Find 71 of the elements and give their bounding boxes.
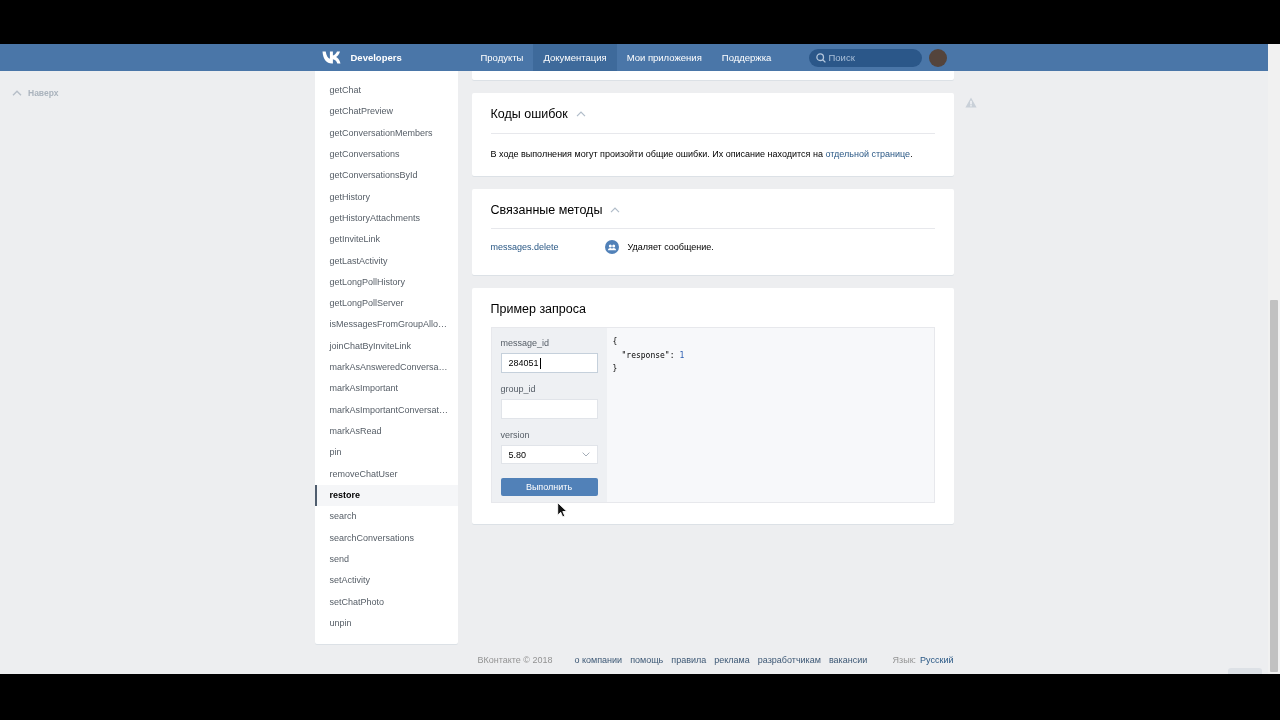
avatar-icon[interactable] xyxy=(928,48,947,67)
sidebar-item[interactable]: getHistoryAttachments xyxy=(314,207,458,230)
error-description: В ходе выполнения могут произойти общие ошибки. Их описание находится на отдельной странице. xyxy=(490,148,914,160)
footer-link[interactable]: вакансии xyxy=(828,654,868,665)
section-title: Коды ошибок xyxy=(490,107,568,121)
scrollbar-thumb[interactable] xyxy=(1270,300,1278,672)
sidebar-item[interactable]: search xyxy=(314,506,458,528)
sidebar-item[interactable]: markAsImportant xyxy=(314,378,458,400)
run-button[interactable]: Выполнить xyxy=(500,478,598,496)
logo-icon[interactable] xyxy=(320,51,343,64)
footer-link[interactable]: правила xyxy=(671,654,707,665)
sidebar-item[interactable]: getChat xyxy=(314,80,458,102)
json-value: 1 xyxy=(679,349,685,362)
nav-tab[interactable]: Мои приложения xyxy=(616,44,712,71)
users-icon xyxy=(604,240,619,254)
sidebar-item[interactable]: setChatPhoto xyxy=(314,591,458,613)
sidebar-item[interactable]: getLongPollServer xyxy=(314,293,458,315)
sidebar-item[interactable]: getLongPollHistory xyxy=(314,271,458,294)
brand-name: Developers xyxy=(350,52,402,63)
input-field[interactable]: 284051 xyxy=(500,353,598,373)
search-field[interactable]: Поиск xyxy=(808,48,922,67)
sidebar-item[interactable]: getConversationsById xyxy=(314,165,458,187)
language-label: Язык: xyxy=(892,654,917,665)
sidebar-item[interactable]: isMessagesFromGroupAllo… xyxy=(314,314,458,336)
sidebar-item[interactable]: getChatPreview xyxy=(314,101,458,123)
sidebar-item[interactable]: markAsRead xyxy=(314,421,458,443)
sidebar-item[interactable]: getConversations xyxy=(314,143,458,166)
search-icon xyxy=(815,52,826,63)
sidebar-item[interactable]: getLastActivity xyxy=(314,250,458,272)
footer-link[interactable]: помощь xyxy=(630,654,664,665)
footer-link[interactable]: о компании xyxy=(574,654,623,665)
section-title: Пример запроса xyxy=(490,302,586,316)
errors-page-link[interactable]: отдельной странице xyxy=(825,149,911,159)
footer-link[interactable]: реклама xyxy=(714,654,750,665)
nav-tab[interactable]: Документация xyxy=(533,44,617,71)
sidebar-item[interactable]: getHistory xyxy=(314,186,458,208)
language-link[interactable]: Русский xyxy=(920,654,954,665)
parameter-label: group_id xyxy=(500,383,537,395)
footer-link[interactable]: разработчикам xyxy=(757,654,821,665)
sidebar-item[interactable]: removeChatUser xyxy=(314,463,458,485)
method-description: Удаляет сообщение. xyxy=(627,242,714,252)
sidebar-item[interactable]: getConversationMembers xyxy=(314,122,458,144)
minimized-panel[interactable] xyxy=(1228,668,1262,674)
input-field[interactable] xyxy=(500,399,598,419)
sidebar-item[interactable]: markAsImportantConversat… xyxy=(314,399,458,421)
sidebar-item[interactable]: send xyxy=(314,548,458,571)
copyright-text: ВКонтакте © 2018 xyxy=(477,654,553,665)
warning-icon[interactable] xyxy=(964,97,977,108)
sidebar-item[interactable]: getInviteLink xyxy=(314,229,458,251)
sidebar-item[interactable]: pin xyxy=(314,442,458,464)
parameter-label: version xyxy=(500,429,531,441)
code-line: } xyxy=(612,363,618,375)
method-link[interactable]: messages.delete xyxy=(490,242,605,252)
chevron-up-icon[interactable] xyxy=(575,111,586,117)
chevron-up-icon[interactable] xyxy=(610,207,621,213)
scrollbar[interactable] xyxy=(1268,44,1280,674)
sidebar-item[interactable]: setActivity xyxy=(314,570,458,592)
code-line: { xyxy=(612,336,618,348)
nav-tab[interactable]: Поддержка xyxy=(711,44,782,71)
sidebar-item[interactable]: searchConversations xyxy=(314,527,458,549)
chevron-up-icon xyxy=(12,90,22,96)
chevron-down-icon xyxy=(581,452,590,457)
nav-tab[interactable]: Продукты xyxy=(470,44,534,71)
json-key: "response": xyxy=(621,348,675,362)
parameter-label: message_id xyxy=(500,337,551,349)
sidebar-item[interactable]: joinChatByInviteLink xyxy=(314,335,458,358)
select-field[interactable]: 5.80 xyxy=(500,445,598,464)
sidebar-item[interactable]: markAsAnsweredConversa… xyxy=(314,357,458,379)
section-title: Связанные методы xyxy=(490,203,603,217)
sidebar-item[interactable]: unpin xyxy=(314,612,458,635)
sidebar-item[interactable]: restore xyxy=(314,484,458,507)
